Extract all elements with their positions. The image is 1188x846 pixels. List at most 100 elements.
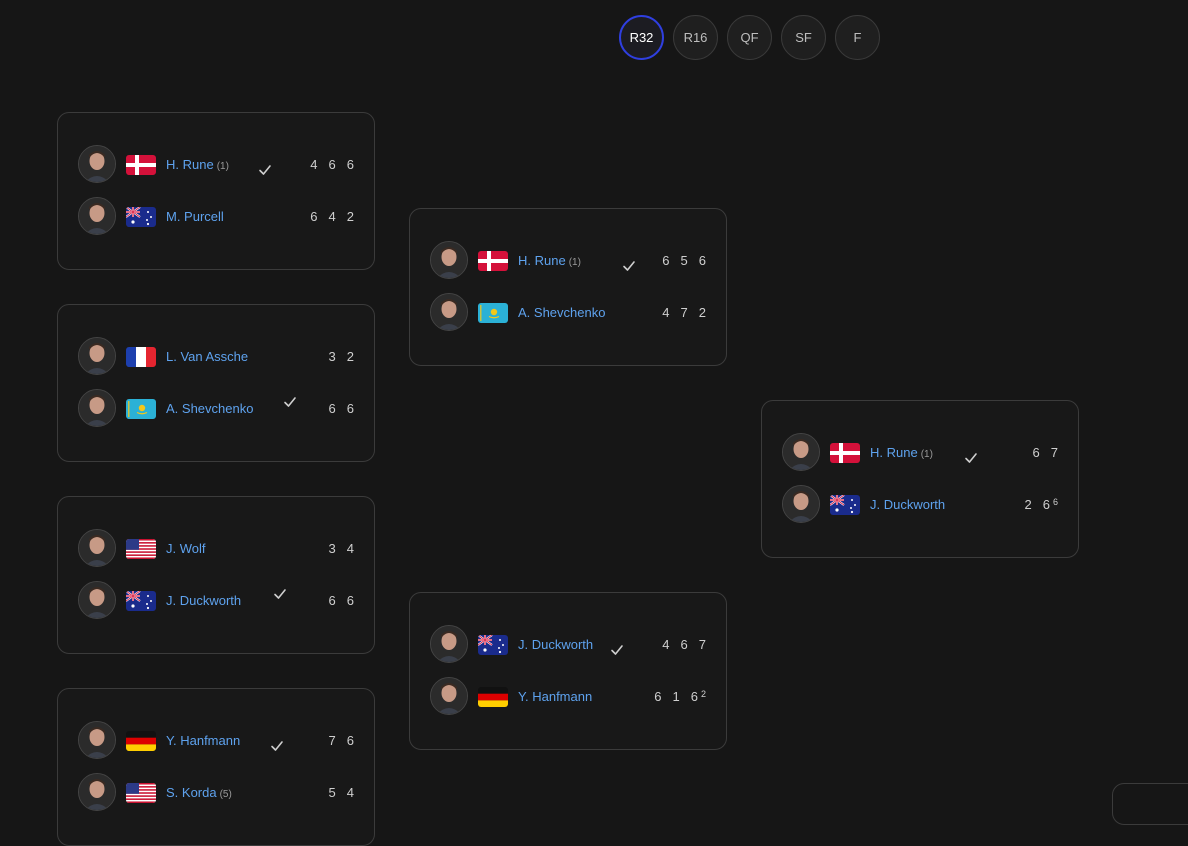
player-name-link[interactable]: H. Rune (1)	[166, 157, 229, 172]
player-name: A. Shevchenko	[518, 305, 606, 320]
match-card[interactable]: J. Duckworth 4 6 7 Y. Hanfmann 6 1 6 2	[409, 592, 727, 750]
set-scores: 66	[329, 401, 354, 416]
round-qf-button[interactable]: QF	[727, 15, 772, 60]
set-score: 1	[673, 689, 680, 704]
round-f-button[interactable]: F	[835, 15, 880, 60]
player-row: S. Korda (5) 5 4	[78, 773, 354, 813]
set-score-value: 6	[690, 689, 698, 704]
player-name-link[interactable]: J. Duckworth	[518, 637, 593, 652]
flag-ger-icon	[478, 687, 508, 707]
player-seed: (1)	[568, 257, 581, 268]
player-name: L. Van Assche	[166, 349, 249, 364]
tiebreak-score: 6	[1052, 497, 1058, 507]
player-name: J. Duckworth	[166, 593, 242, 608]
player-name-link[interactable]: Y. Hanfmann	[518, 689, 592, 704]
player-name-link[interactable]: M. Purcell	[166, 209, 224, 224]
match-card[interactable]: H. Rune (1) 4 6 6 M. Purcell 6 4 2	[57, 112, 375, 270]
set-score-value: 4	[346, 541, 354, 556]
player-name-link[interactable]: A. Shevchenko	[518, 305, 605, 320]
set-score-value: 6	[346, 593, 354, 608]
set-score-value: 4	[662, 637, 670, 652]
set-score: 7	[699, 637, 706, 652]
match-card-partial	[1112, 783, 1188, 825]
player-name-link[interactable]: L. Van Assche	[166, 349, 248, 364]
player-row: J. Duckworth 2 6 6	[782, 485, 1058, 525]
player-name: M. Purcell	[166, 209, 224, 224]
player-row: J. Wolf 3 4	[78, 529, 354, 569]
player-name-link[interactable]: J. Duckworth	[870, 497, 945, 512]
set-score: 3	[329, 349, 336, 364]
flag-aus-icon	[126, 591, 156, 611]
player-name: A. Shevchenko	[166, 401, 254, 416]
set-score: 2	[699, 305, 706, 320]
match-card[interactable]: Y. Hanfmann 7 6 S. Korda (5) 5 4	[57, 688, 375, 846]
set-score: 3	[329, 541, 336, 556]
player-row: J. Duckworth 6 6	[78, 581, 354, 621]
player-avatar	[78, 721, 116, 759]
set-scores: 466	[310, 157, 354, 172]
match-card[interactable]: H. Rune (1) 6 5 6 A. Shevchenko 4 7 2	[409, 208, 727, 366]
player-avatar	[782, 485, 820, 523]
set-score-value: 5	[680, 253, 688, 268]
set-score-value: 6	[346, 157, 354, 172]
player-name-link[interactable]: A. Shevchenko	[166, 401, 253, 416]
set-score-value: 2	[346, 209, 354, 224]
set-scores: 6162	[654, 689, 706, 704]
round-r32-button[interactable]: R32	[619, 15, 664, 60]
player-seed: (1)	[920, 449, 933, 460]
set-score: 6	[699, 253, 706, 268]
round-selector: R32 R16 QF SF F	[619, 15, 880, 60]
player-avatar	[782, 433, 820, 471]
player-name-link[interactable]: Y. Hanfmann	[166, 733, 240, 748]
set-score-value: 6	[346, 401, 354, 416]
set-score-value: 6	[328, 593, 336, 608]
player-row: Y. Hanfmann 7 6	[78, 721, 354, 761]
set-score-value: 7	[1050, 445, 1058, 460]
set-score: 6	[347, 593, 354, 608]
flag-aus-icon	[126, 207, 156, 227]
set-scores: 2 66	[1025, 497, 1058, 512]
winner-check-icon	[610, 643, 624, 657]
set-score: 2	[1025, 497, 1032, 512]
player-name: J. Duckworth	[518, 637, 594, 652]
player-avatar	[430, 677, 468, 715]
set-score-value: 6	[346, 733, 354, 748]
player-avatar	[78, 581, 116, 619]
match-card[interactable]: J. Wolf 3 4 J. Duckworth 6 6	[57, 496, 375, 654]
set-score: 4	[347, 541, 354, 556]
set-score-value: 6	[698, 253, 706, 268]
set-scores: 76	[329, 733, 354, 748]
player-name-link[interactable]: J. Wolf	[166, 541, 206, 556]
set-score: 66	[1043, 497, 1058, 512]
player-row: A. Shevchenko 4 7 2	[430, 293, 706, 333]
set-score-value: 3	[328, 541, 336, 556]
round-sf-button[interactable]: SF	[781, 15, 826, 60]
match-card[interactable]: H. Rune (1) 6 7 J. Duckworth 2 6 6	[761, 400, 1079, 558]
flag-den-icon	[830, 443, 860, 463]
match-card[interactable]: L. Van Assche 3 2 A. Shevchenko 6 6	[57, 304, 375, 462]
set-score-value: 2	[698, 305, 706, 320]
player-name-link[interactable]: H. Rune (1)	[870, 445, 933, 460]
flag-ger-icon	[126, 731, 156, 751]
set-scores: 656	[662, 253, 706, 268]
winner-check-icon	[622, 259, 636, 273]
set-score-value: 6	[328, 401, 336, 416]
set-score: 6	[347, 401, 354, 416]
flag-den-icon	[126, 155, 156, 175]
player-row: H. Rune (1) 4 6 6	[78, 145, 354, 185]
set-score: 2	[347, 349, 354, 364]
flag-aus-icon	[478, 635, 508, 655]
player-name: Y. Hanfmann	[518, 689, 593, 704]
player-name-link[interactable]: J. Duckworth	[166, 593, 241, 608]
winner-check-icon	[283, 395, 297, 409]
player-avatar	[78, 337, 116, 375]
round-r16-button[interactable]: R16	[673, 15, 718, 60]
player-name-link[interactable]: H. Rune (1)	[518, 253, 581, 268]
set-score: 6	[329, 401, 336, 416]
winner-check-icon	[258, 163, 272, 177]
set-score: 6	[347, 733, 354, 748]
set-score-value: 6	[310, 209, 318, 224]
set-scores: 34	[329, 541, 354, 556]
player-name-link[interactable]: S. Korda (5)	[166, 785, 232, 800]
set-scores: 472	[662, 305, 706, 320]
